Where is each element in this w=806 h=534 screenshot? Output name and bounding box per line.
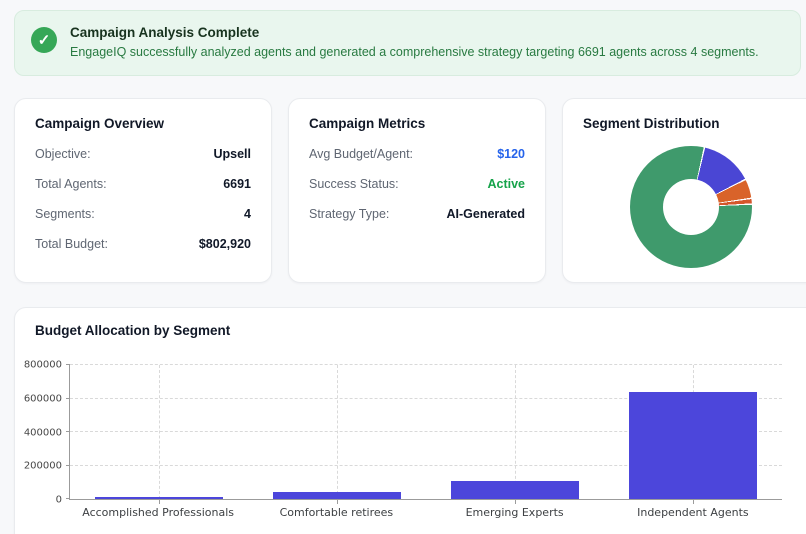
budget-allocation-title: Budget Allocation by Segment (35, 323, 799, 338)
metrics-row-strategy-type: Strategy Type: AI-Generated (309, 207, 525, 221)
bar-segment (451, 481, 579, 499)
overview-row-total-agents: Total Agents: 6691 (35, 177, 251, 191)
v-gridline (159, 365, 160, 499)
x-tick-label: Emerging Experts (426, 506, 604, 519)
x-tick-mark (337, 500, 338, 504)
v-gridline (337, 365, 338, 499)
row-label: Total Budget: (35, 237, 108, 251)
y-tick-mark (66, 431, 70, 432)
budget-allocation-bar-chart: 0200000400000600000800000 Accomplished P… (35, 365, 799, 522)
y-tick-label: 0 (56, 495, 62, 506)
metrics-row-success-status: Success Status: Active (309, 177, 525, 191)
summary-cards-row: Campaign Overview Objective: Upsell Tota… (14, 98, 806, 283)
v-gridline (515, 365, 516, 499)
x-tick-mark (159, 500, 160, 504)
y-tick-label: 400000 (24, 427, 62, 438)
campaign-overview-rows: Objective: Upsell Total Agents: 6691 Seg… (35, 147, 251, 251)
donut-wrap (583, 146, 799, 268)
row-value: Upsell (213, 147, 251, 161)
y-tick-mark (66, 498, 70, 499)
overview-row-segments: Segments: 4 (35, 207, 251, 221)
y-tick-mark (66, 465, 70, 466)
y-tick-mark (66, 364, 70, 365)
segment-distribution-title: Segment Distribution (583, 116, 799, 131)
row-label: Success Status: (309, 177, 399, 191)
status-badge: Active (487, 177, 525, 191)
x-tick-mark (693, 500, 694, 504)
campaign-metrics-card: Campaign Metrics Avg Budget/Agent: $120 … (288, 98, 546, 283)
x-tick-label: Accomplished Professionals (69, 506, 247, 519)
segment-distribution-card: Segment Distribution (562, 98, 806, 283)
row-label: Segments: (35, 207, 95, 221)
y-tick-label: 200000 (24, 461, 62, 472)
row-value: 6691 (223, 177, 251, 191)
bar-segment (273, 492, 401, 499)
banner-title: Campaign Analysis Complete (70, 25, 759, 40)
dashboard-page: ✓ Campaign Analysis Complete EngageIQ su… (0, 0, 806, 534)
x-tick-label: Independent Agents (604, 506, 782, 519)
row-label: Strategy Type: (309, 207, 389, 221)
x-tick-label: Comfortable retirees (247, 506, 425, 519)
y-tick-mark (66, 398, 70, 399)
campaign-metrics-rows: Avg Budget/Agent: $120 Success Status: A… (309, 147, 525, 221)
x-tick-mark (515, 500, 516, 504)
metrics-row-avg-budget: Avg Budget/Agent: $120 (309, 147, 525, 161)
check-circle-icon: ✓ (31, 27, 57, 53)
h-gridline (70, 364, 782, 365)
row-label: Objective: (35, 147, 91, 161)
campaign-metrics-title: Campaign Metrics (309, 116, 525, 131)
campaign-overview-card: Campaign Overview Objective: Upsell Tota… (14, 98, 272, 283)
row-value: AI-Generated (447, 207, 526, 221)
row-value: $802,920 (199, 237, 251, 251)
budget-allocation-card: Budget Allocation by Segment 02000004000… (14, 307, 806, 534)
banner-message: EngageIQ successfully analyzed agents an… (70, 45, 759, 59)
row-label: Total Agents: (35, 177, 107, 191)
bar-segment (629, 392, 757, 499)
row-value: $120 (497, 147, 525, 161)
row-value: 4 (244, 207, 251, 221)
banner-text: Campaign Analysis Complete EngageIQ succ… (70, 25, 759, 59)
success-banner: ✓ Campaign Analysis Complete EngageIQ su… (14, 10, 801, 76)
y-axis: 0200000400000600000800000 (27, 365, 65, 500)
x-axis-labels: Accomplished ProfessionalsComfortable re… (69, 506, 782, 522)
y-tick-label: 600000 (24, 393, 62, 404)
bar-segment (95, 497, 223, 499)
row-label: Avg Budget/Agent: (309, 147, 413, 161)
plot-area (69, 365, 782, 500)
overview-row-objective: Objective: Upsell (35, 147, 251, 161)
overview-row-total-budget: Total Budget: $802,920 (35, 237, 251, 251)
segment-distribution-donut-chart (630, 146, 752, 268)
campaign-overview-title: Campaign Overview (35, 116, 251, 131)
y-tick-label: 800000 (24, 360, 62, 371)
